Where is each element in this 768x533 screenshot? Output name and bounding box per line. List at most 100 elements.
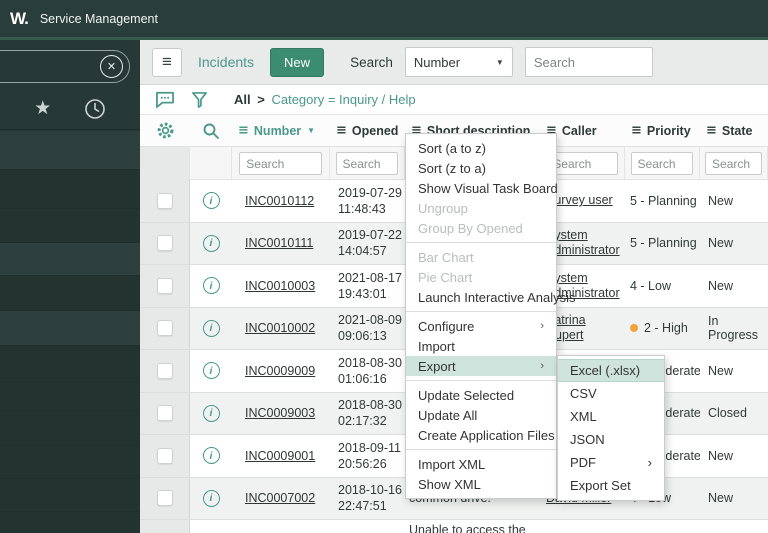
list-search-input[interactable] (524, 47, 653, 77)
nav-item[interactable] (0, 479, 140, 512)
row-checkbox[interactable] (156, 362, 173, 379)
nav-item[interactable] (0, 131, 140, 170)
record-preview-icon[interactable]: i (202, 447, 220, 465)
record-preview-icon[interactable]: i (202, 404, 220, 422)
opened-cell: 2019-07-22 14:04:57 (330, 223, 405, 265)
row-checkbox[interactable] (156, 490, 173, 507)
menu-item-create-application-files[interactable]: Create Application Files (406, 425, 556, 445)
comments-icon[interactable] (152, 91, 178, 108)
column-header-priority[interactable]: ≡ Priority (625, 123, 700, 138)
menu-item-show-xml[interactable]: Show XML (406, 474, 556, 494)
list-title[interactable]: Incidents (198, 54, 254, 70)
incident-number-link[interactable]: INC0009009 (245, 364, 315, 378)
new-record-button[interactable]: New (270, 47, 325, 77)
column-search-opened[interactable] (335, 152, 399, 175)
column-search-number[interactable] (239, 152, 322, 175)
personalize-gear-icon[interactable] (140, 121, 190, 140)
column-header-number[interactable]: ≡ Number ▼ (232, 123, 330, 138)
column-menu-icon[interactable]: ≡ (238, 123, 249, 138)
filter-funnel-icon[interactable] (186, 91, 212, 109)
clear-filter-icon[interactable]: ✕ (100, 55, 123, 78)
incident-number-link[interactable]: INC0009001 (245, 449, 315, 463)
column-header-state[interactable]: ≡ State (700, 123, 768, 138)
priority-value: 5 - Planning (630, 236, 697, 251)
column-menu-icon[interactable]: ≡ (631, 123, 642, 138)
nav-item[interactable] (0, 412, 140, 445)
record-preview-icon[interactable]: i (202, 362, 220, 380)
column-search-caller[interactable] (546, 152, 618, 175)
breadcrumb[interactable]: All > Category = Inquiry / Help (234, 92, 416, 107)
row-checkbox[interactable] (156, 277, 173, 294)
submenu-item-xml[interactable]: XML (558, 405, 664, 428)
list-menu-button[interactable]: ≡ (152, 47, 182, 77)
menu-item-group-by-opened: Group By Opened (418, 220, 523, 236)
incident-number-link[interactable]: INC0007002 (245, 491, 315, 505)
nav-item[interactable] (0, 379, 140, 412)
nav-item[interactable] (0, 512, 140, 533)
row-checkbox[interactable] (156, 320, 173, 337)
opened-date: 2018-08-30 (338, 355, 402, 370)
opened-cell: 2021-08-09 09:06:13 (330, 308, 405, 350)
history-clock-icon[interactable] (84, 98, 106, 120)
column-menu-icon[interactable]: ≡ (336, 123, 347, 138)
submenu-item-pdf[interactable]: PDF › (558, 451, 664, 474)
number-cell: INC0009003 (232, 393, 330, 435)
incident-number-link[interactable]: INC0010112 (245, 194, 314, 208)
record-preview-icon[interactable]: i (202, 277, 220, 295)
nav-item[interactable] (0, 346, 140, 379)
search-cell (330, 147, 405, 180)
breadcrumb-all[interactable]: All (234, 92, 251, 107)
nav-tabs: ★ (0, 88, 140, 130)
nav-item[interactable] (0, 209, 140, 243)
column-header-opened[interactable]: ≡ Opened (330, 123, 405, 138)
column-menu-icon[interactable]: ≡ (706, 123, 717, 138)
favorites-star-icon[interactable]: ★ (34, 97, 51, 120)
incident-number-link[interactable]: INC0010002 (245, 321, 315, 335)
state-cell (700, 520, 768, 533)
menu-item-show-visual-task-board[interactable]: Show Visual Task Board (406, 178, 558, 198)
menu-item-import-xml[interactable]: Import XML (406, 454, 556, 474)
menu-item-export[interactable]: Export › (406, 356, 556, 376)
menu-item-update-selected[interactable]: Update Selected (406, 385, 556, 405)
menu-item-configure[interactable]: Configure › (406, 316, 556, 336)
submenu-item-csv[interactable]: CSV (558, 382, 664, 405)
record-preview-icon[interactable]: i (202, 319, 220, 337)
row-checkbox[interactable] (156, 447, 173, 464)
menu-divider (406, 242, 556, 243)
nav-item[interactable] (0, 170, 140, 209)
nav-item[interactable] (0, 243, 140, 276)
nav-item[interactable] (0, 445, 140, 479)
breadcrumb-filter[interactable]: Category = Inquiry / Help (271, 92, 415, 107)
row-checkbox[interactable] (156, 192, 173, 209)
column-search-priority[interactable] (630, 152, 694, 175)
nav-filter-input[interactable]: ✕ (0, 50, 130, 83)
incident-number-link[interactable]: INC0010003 (245, 279, 315, 293)
menu-item-update-all[interactable]: Update All (406, 405, 556, 425)
record-preview-icon[interactable]: i (202, 192, 220, 210)
nav-item[interactable] (0, 311, 140, 346)
menu-item-sort-asc[interactable]: Sort (a to z) (406, 138, 556, 158)
caller-link[interactable]: Katrina Rupert (546, 313, 625, 343)
opened-time: 20:56:26 (338, 456, 387, 471)
submenu-item-export-set[interactable]: Export Set (558, 474, 664, 497)
row-checkbox[interactable] (156, 405, 173, 422)
export-submenu: Excel (.xlsx) CSV XML JSON PDF › Export S… (557, 355, 665, 501)
nav-item[interactable] (0, 276, 140, 311)
caller-link[interactable]: System Administrator (546, 228, 625, 258)
incident-number-link[interactable]: INC0010111 (245, 236, 313, 250)
menu-item-launch-interactive-analysis[interactable]: Launch Interactive Analysis (406, 287, 576, 307)
column-search-state[interactable] (705, 152, 762, 175)
column-search-toggle-icon[interactable] (190, 122, 232, 140)
menu-item-import[interactable]: Import (406, 336, 556, 356)
opened-cell (330, 520, 405, 533)
submenu-item-json[interactable]: JSON (558, 428, 664, 451)
submenu-item-excel[interactable]: Excel (.xlsx) (558, 359, 664, 382)
number-cell: INC0009001 (232, 435, 330, 477)
row-checkbox[interactable] (156, 235, 173, 252)
menu-item-sort-desc[interactable]: Sort (z to a) (406, 158, 556, 178)
submenu-chevron-icon: › (540, 359, 544, 372)
search-column-select[interactable]: Number ▼ (404, 47, 513, 77)
record-preview-icon[interactable]: i (202, 234, 220, 252)
incident-number-link[interactable]: INC0009003 (245, 406, 315, 420)
record-preview-icon[interactable]: i (202, 489, 220, 507)
